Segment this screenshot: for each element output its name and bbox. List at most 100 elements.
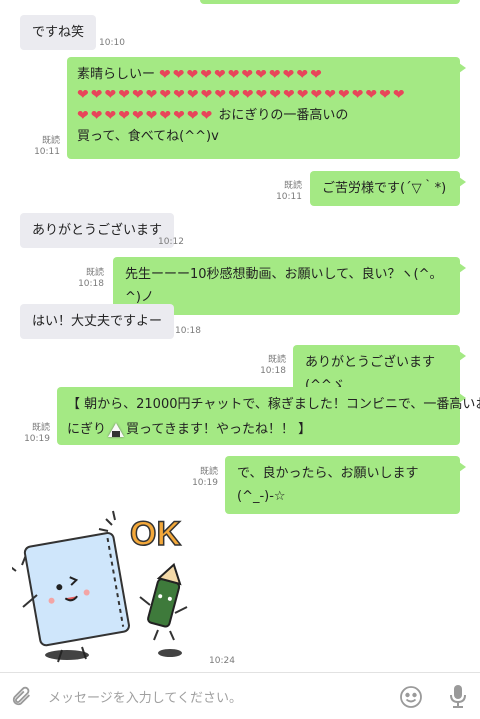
heart-icon: ❤ bbox=[379, 87, 391, 103]
message-time: 10:11 bbox=[34, 147, 60, 157]
heart-icon: ❤ bbox=[104, 87, 117, 103]
message-text: おにぎりの一番高いの bbox=[218, 108, 349, 123]
message-incoming[interactable]: はい！大丈夫ですよー bbox=[20, 304, 175, 339]
heart-icon: ❤ bbox=[392, 87, 405, 103]
message-meta: 既読 10:19 bbox=[188, 467, 218, 489]
hearts-row-2: ❤ ❤ ❤ ❤ ❤ ❤ ❤ ❤ ❤ ❤ ❤ ❤ ❤ ❤ ❤ ❤ ❤ ❤ ❤ ❤ ❤ ❤ ❤ ❤ bbox=[77, 88, 450, 102]
heart-icon: ❤ bbox=[310, 66, 322, 83]
heart-icon: ❤ bbox=[324, 87, 336, 103]
heart-icon: ❤ bbox=[365, 87, 378, 103]
heart-icon: ❤ bbox=[269, 87, 282, 103]
message-input-bar: メッセージを入力してください。 bbox=[0, 672, 480, 719]
heart-icon: ❤ bbox=[282, 66, 295, 83]
message-incoming[interactable]: ありがとうございます bbox=[20, 213, 175, 248]
message-meta: 既読 10:18 bbox=[256, 355, 286, 377]
message-text: にぎり bbox=[67, 422, 107, 437]
heart-icon: ❤ bbox=[77, 107, 89, 124]
message-meta: 既読 10:18 bbox=[74, 268, 104, 290]
heart-icon: ❤ bbox=[255, 66, 267, 83]
message-text: 【 朝から、21000円チャットで、稼ぎました！コンビニで、一番高いお bbox=[67, 397, 480, 412]
message-text: 素晴らしいー bbox=[77, 67, 156, 82]
heart-icon: ❤ bbox=[186, 66, 199, 83]
heart-icon: ❤ bbox=[255, 87, 268, 103]
heart-icon: ❤ bbox=[145, 87, 158, 103]
heart-icon: ❤ bbox=[118, 87, 130, 103]
heart-icon: ❤ bbox=[77, 87, 89, 103]
sticker-text: OK bbox=[130, 515, 181, 553]
read-receipt: 既読 bbox=[267, 355, 286, 365]
heart-icon: ❤ bbox=[283, 87, 295, 103]
message-text: 先生ーーー10秒感想動画、お願いして、良い？ヽ(^。^)ノ bbox=[125, 267, 443, 305]
message-text: で、良かったら、お願いします(^_-)-☆ bbox=[237, 466, 419, 504]
message-time: 10:11 bbox=[276, 192, 302, 202]
heart-icon: ❤ bbox=[214, 87, 227, 103]
heart-icon: ❤ bbox=[90, 107, 103, 124]
heart-icon: ❤ bbox=[131, 87, 144, 103]
emoji-icon[interactable] bbox=[398, 684, 424, 710]
message-time: 10:19 bbox=[192, 478, 218, 488]
message-text: ありがとうございます bbox=[32, 223, 163, 238]
heart-icon: ❤ bbox=[173, 87, 185, 103]
heart-icon: ❤ bbox=[213, 66, 226, 83]
chat-area[interactable]: ですね笑 10:10 素晴らしいー ❤ ❤ ❤ ❤ ❤ ❤ ❤ ❤ ❤ ❤ ❤ ❤ ❤ ❤ ❤ ❤ ❤ ❤ ❤ ❤ ❤… bbox=[0, 0, 480, 672]
heart-icon: ❤ bbox=[159, 66, 171, 83]
heart-icon: ❤ bbox=[241, 66, 254, 83]
message-time: 10:10 bbox=[99, 38, 125, 48]
message-input[interactable]: メッセージを入力してください。 bbox=[48, 687, 242, 706]
message-time: 10:18 bbox=[175, 326, 201, 336]
heart-icon: ❤ bbox=[186, 87, 199, 103]
message-meta: 既読 10:11 bbox=[272, 181, 302, 203]
message-time: 10:12 bbox=[158, 237, 184, 247]
read-receipt: 既読 bbox=[41, 136, 60, 146]
heart-icon: ❤ bbox=[296, 87, 309, 103]
message-time: 10:24 bbox=[209, 656, 235, 666]
message-meta: 既読 10:11 bbox=[30, 136, 60, 158]
heart-icon: ❤ bbox=[241, 87, 254, 103]
heart-icon: ❤ bbox=[200, 107, 213, 124]
message-outgoing[interactable]: ご苦労様です(´▽｀*) bbox=[310, 171, 466, 206]
message-outgoing[interactable]: 素晴らしいー ❤ ❤ ❤ ❤ ❤ ❤ ❤ ❤ ❤ ❤ ❤ ❤ ❤ ❤ ❤ ❤ ❤ ❤ ❤ ❤ ❤ ❤ ❤ ❤ ❤ ❤ ❤ ❤ ❤ ❤ ❤ ❤… bbox=[67, 57, 466, 159]
heart-icon: ❤ bbox=[228, 87, 240, 103]
hearts-row-3: ❤ ❤ ❤ ❤ ❤ ❤ ❤ ❤ ❤ ❤ bbox=[77, 109, 212, 123]
message-text: ご苦労様です(´▽｀*) bbox=[322, 181, 447, 196]
message-outgoing[interactable]: で、良かったら、お願いします(^_-)-☆ bbox=[225, 456, 466, 514]
cutoff-bubble bbox=[200, 0, 460, 4]
read-receipt: 既読 bbox=[199, 467, 218, 477]
message-text: ですね笑 bbox=[32, 25, 85, 40]
heart-icon: ❤ bbox=[186, 107, 199, 124]
microphone-icon[interactable] bbox=[446, 683, 470, 711]
message-meta: 既読 10:19 bbox=[20, 423, 50, 445]
heart-icon: ❤ bbox=[145, 107, 158, 124]
message-text: はい！大丈夫ですよー bbox=[32, 314, 163, 329]
message-time: 10:19 bbox=[24, 434, 50, 444]
message-outgoing[interactable]: 【 朝から、21000円チャットで、稼ぎました！コンビニで、一番高いお にぎり 買… bbox=[57, 387, 480, 445]
heart-icon: ❤ bbox=[172, 66, 185, 83]
read-receipt: 既読 bbox=[31, 423, 50, 433]
sticker-illustration: OK bbox=[7, 510, 188, 663]
heart-icon: ❤ bbox=[118, 107, 130, 124]
message-text: 買って、食べてね(^^)v bbox=[77, 129, 219, 144]
heart-icon: ❤ bbox=[351, 87, 364, 103]
message-text: 買ってきます！やったね！！ 】 bbox=[126, 422, 312, 437]
heart-icon: ❤ bbox=[227, 66, 240, 83]
message-time: 10:18 bbox=[78, 279, 104, 289]
heart-icon: ❤ bbox=[159, 87, 172, 103]
read-receipt: 既読 bbox=[85, 268, 104, 278]
read-receipt: 既読 bbox=[283, 181, 302, 191]
message-time: 10:18 bbox=[260, 366, 286, 376]
heart-icon: ❤ bbox=[200, 87, 213, 103]
heart-icon: ❤ bbox=[104, 107, 117, 124]
hearts-row-1: ❤ ❤ ❤ ❤ ❤ ❤ ❤ ❤ ❤ ❤ ❤ ❤ bbox=[159, 68, 322, 82]
heart-icon: ❤ bbox=[268, 66, 281, 83]
heart-icon: ❤ bbox=[337, 87, 350, 103]
heart-icon: ❤ bbox=[200, 66, 212, 83]
heart-icon: ❤ bbox=[159, 107, 172, 124]
heart-icon: ❤ bbox=[310, 87, 323, 103]
sticker-ok[interactable]: OK bbox=[7, 505, 212, 670]
heart-icon: ❤ bbox=[173, 107, 185, 124]
heart-icon: ❤ bbox=[90, 87, 103, 103]
paperclip-icon[interactable] bbox=[10, 684, 34, 708]
heart-icon: ❤ bbox=[296, 66, 309, 83]
message-incoming[interactable]: ですね笑 bbox=[20, 15, 97, 50]
heart-icon: ❤ bbox=[131, 107, 144, 124]
